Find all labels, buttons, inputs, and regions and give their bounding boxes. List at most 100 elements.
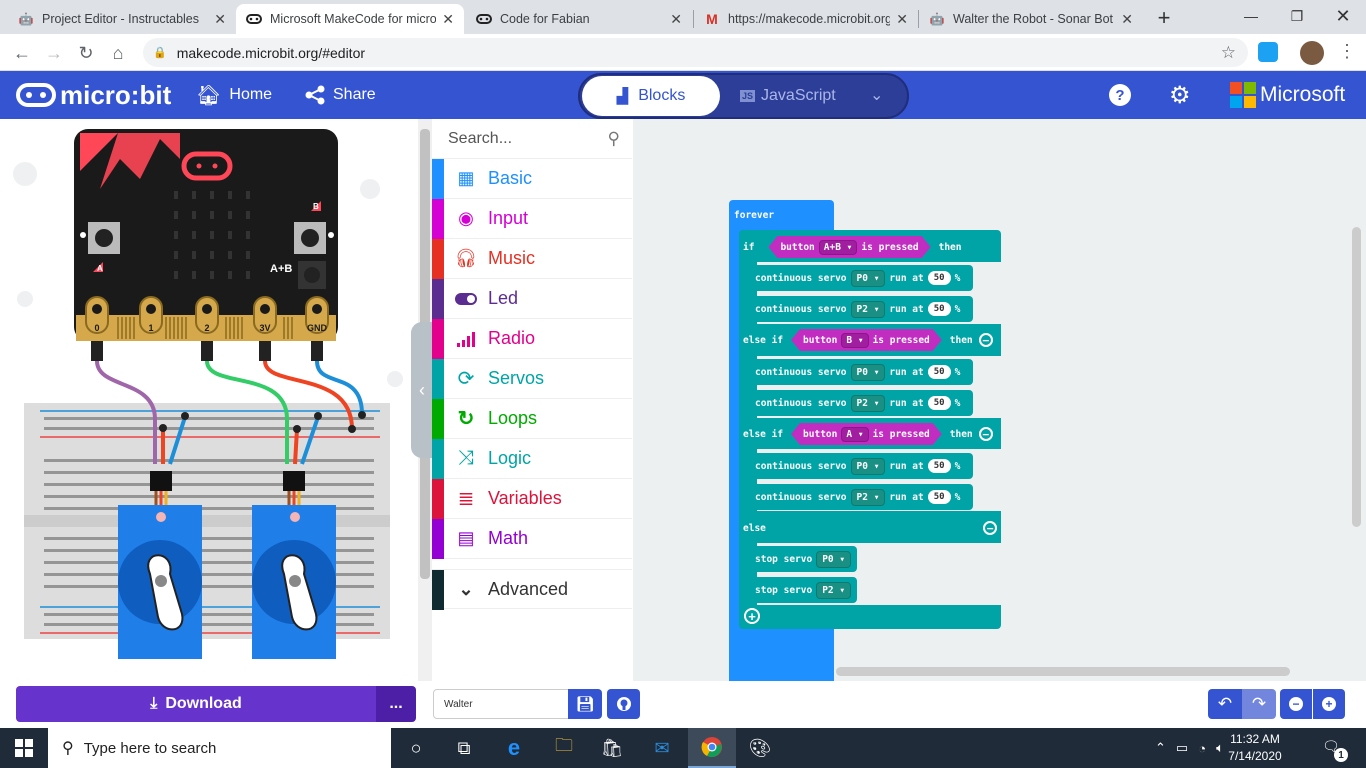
project-name-input[interactable]: Walter [433,689,569,719]
chevron-down-icon[interactable]: ⌄ [870,85,883,105]
help-icon[interactable]: ? [1109,84,1131,106]
browser-tab[interactable]: Code for Fabian ✕ [466,4,692,34]
blocks-workspace[interactable]: forever if button A+B ▾ is pressed then … [633,119,1366,730]
browser-tab[interactable]: M https://makecode.microbit.org ✕ [694,4,918,34]
category-advanced[interactable]: ⌄ Advanced [432,569,632,610]
clock[interactable]: 11:32 AM 7/14/2020 [1225,731,1285,765]
else-if-row: else if button B ▾ is pressed then − [743,328,993,352]
forward-icon[interactable]: → [42,41,66,65]
button-pressed-block[interactable]: button A+B ▾ is pressed [768,236,930,258]
category-music[interactable]: 🎧︎ Music [432,239,632,279]
paint-icon[interactable]: 🎨︎ [736,728,784,768]
gear-icon[interactable]: ⚙ [1169,81,1191,110]
home-icon[interactable]: ⌂ [106,41,130,65]
microbit-logo[interactable]: micro:bit [16,71,171,119]
category-basic[interactable]: ▦ Basic [432,159,632,199]
battery-icon[interactable]: ▭ [1176,740,1188,756]
star-icon[interactable]: ☆ [1221,43,1236,63]
close-icon[interactable]: ✕ [896,11,908,28]
button-pressed-block[interactable]: button A ▾ is pressed [791,423,942,445]
category-input[interactable]: ◉ Input [432,199,632,239]
redo-button[interactable]: ↷ [1242,689,1276,719]
maximize-button[interactable]: ❐ [1274,0,1320,32]
browser-tab-active[interactable]: Microsoft MakeCode for micro ✕ [236,4,464,34]
back-icon[interactable]: ← [10,41,34,65]
menu-icon[interactable]: ⋮ [1338,41,1356,62]
speed-input[interactable]: 50 [927,396,951,410]
close-icon[interactable]: ✕ [670,11,682,28]
close-icon[interactable]: ✕ [442,11,454,28]
button-pressed-block[interactable]: button B ▾ is pressed [791,329,942,351]
pin-dropdown[interactable]: P2 ▾ [850,394,886,412]
search-icon[interactable]: ⚲ [608,129,620,149]
extension-icon[interactable] [1258,42,1278,62]
speed-input[interactable]: 50 [927,490,951,504]
browser-tab[interactable]: 🤖 Walter the Robot - Sonar Bot - ✕ [919,4,1143,34]
task-view-icon[interactable]: ⧉ [440,728,488,768]
start-button[interactable] [0,728,48,768]
mail-icon[interactable]: ✉ [638,728,686,768]
browser-tab[interactable]: 🤖 Project Editor - Instructables ✕ [8,4,236,34]
download-button[interactable]: ⤓ Download [16,686,376,722]
chrome-icon[interactable] [688,728,736,768]
edge-icon[interactable]: e [490,728,538,768]
chevron-up-icon[interactable]: ⌃ [1155,740,1166,756]
add-clause-icon[interactable]: + [744,608,760,624]
minimize-button[interactable]: — [1228,0,1274,32]
close-icon[interactable]: ✕ [1121,11,1133,28]
tab-title: Code for Fabian [500,12,590,26]
button-dropdown[interactable]: A+B ▾ [819,240,858,255]
category-radio[interactable]: Radio [432,319,632,359]
share-button[interactable]: Share [305,71,376,119]
store-icon[interactable]: 🛍︎ [588,728,636,768]
category-math[interactable]: ▤ Math [432,519,632,559]
new-tab-button[interactable]: + [1152,5,1176,30]
remove-icon[interactable]: − [983,521,997,535]
home-button[interactable]: 🏠︎ Home [196,71,272,119]
pin-dropdown[interactable]: P2 ▾ [850,300,886,318]
close-window-button[interactable]: ✕ [1320,0,1366,32]
zoom-out-button[interactable]: − [1280,689,1312,719]
avatar[interactable] [1300,41,1324,65]
file-explorer-icon[interactable]: 🗀 [540,728,588,768]
category-loops[interactable]: ↻ Loops [432,399,632,439]
volume-icon[interactable]: 🔈︎ [1216,740,1224,756]
speed-input[interactable]: 50 [927,302,951,316]
taskbar-search-input[interactable]: ⚲ Type here to search [48,728,391,768]
search-input[interactable]: Search... ⚲ [432,119,632,159]
undo-button[interactable]: ↶ [1208,689,1242,719]
url-field[interactable]: 🔒 makecode.microbit.org/#editor ☆ [143,38,1248,67]
cortana-icon[interactable]: ○ [392,728,440,768]
pin-dropdown[interactable]: P0 ▾ [850,363,886,381]
vertical-scrollbar[interactable] [1352,227,1361,527]
microsoft-logo[interactable]: Microsoft [1230,71,1345,119]
pin-dropdown[interactable]: P2 ▾ [816,581,852,599]
pin-dropdown[interactable]: P2 ▾ [850,488,886,506]
category-logic[interactable]: ⤨ Logic [432,439,632,479]
speed-input[interactable]: 50 [927,271,951,285]
close-icon[interactable]: ✕ [214,11,226,28]
remove-icon[interactable]: − [978,427,993,441]
category-variables[interactable]: ≣ Variables [432,479,632,519]
category-led[interactable]: Led [432,279,632,319]
github-button[interactable] [607,689,640,719]
reload-icon[interactable]: ↻ [74,41,98,65]
more-button[interactable]: ... [376,686,416,722]
wifi-icon[interactable]: ◔ [1198,741,1206,756]
pin-dropdown[interactable]: P0 ▾ [816,550,852,568]
target-icon: ◉ [458,208,474,228]
remove-icon[interactable]: − [978,333,993,347]
category-servos[interactable]: ⟳ Servos [432,359,632,399]
save-button[interactable]: 💾︎ [568,689,602,719]
speed-input[interactable]: 50 [927,365,951,379]
button-dropdown[interactable]: B ▾ [841,333,868,348]
speed-input[interactable]: 50 [927,459,951,473]
pin-dropdown[interactable]: P0 ▾ [850,457,886,475]
blocks-tab[interactable]: ▟ Blocks [582,76,720,116]
pin-dropdown[interactable]: P0 ▾ [850,269,886,287]
zoom-in-button[interactable]: + [1313,689,1345,719]
button-dropdown[interactable]: A ▾ [841,427,868,442]
collapse-simulator-button[interactable]: ‹ [411,322,433,458]
horizontal-scrollbar[interactable] [836,667,1290,676]
javascript-tab[interactable]: JS JavaScript [740,76,850,116]
